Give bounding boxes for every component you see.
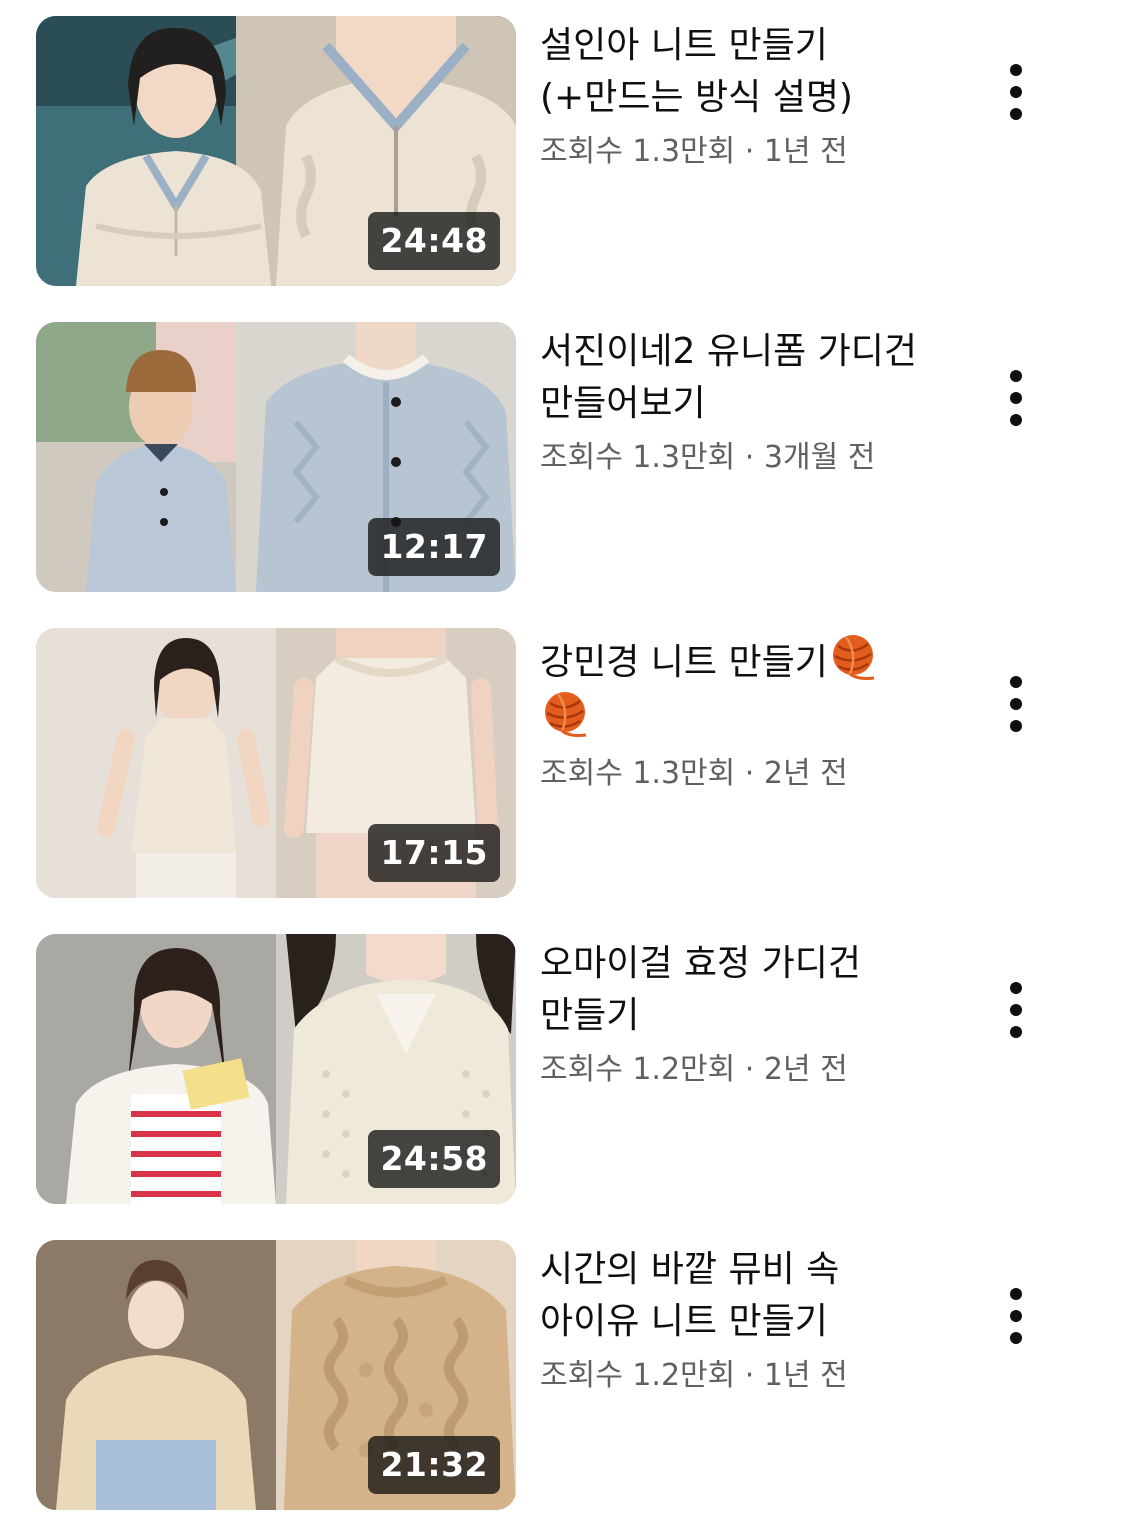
video-title[interactable]: 설인아 니트 만들기(+만드는 방식 설명) bbox=[540, 20, 940, 124]
video-thumbnail[interactable]: 12:17 bbox=[36, 322, 516, 592]
view-count: 조회수 1.3만회 bbox=[540, 440, 736, 475]
video-info[interactable]: 서진이네2 유니폼 가디건 만들어보기 조회수 1.3만회 · 3개월 전 bbox=[540, 326, 940, 480]
video-info[interactable]: 강민경 니트 만들기 조회수 1.3만회 · 2년 전 bbox=[540, 632, 940, 796]
upload-age: 1년 전 bbox=[763, 134, 848, 169]
view-count: 조회수 1.2만회 bbox=[540, 1052, 736, 1087]
video-duration: 21:32 bbox=[368, 1436, 500, 1494]
video-item[interactable]: 12:17 서진이네2 유니폼 가디건 만들어보기 조회수 1.3만회 · 3개… bbox=[0, 322, 1125, 592]
video-title[interactable]: 서진이네2 유니폼 가디건 만들어보기 bbox=[540, 326, 940, 430]
upload-age: 1년 전 bbox=[763, 1358, 848, 1393]
upload-age: 2년 전 bbox=[763, 756, 848, 791]
video-info[interactable]: 시간의 바깥 뮤비 속 아이유 니트 만들기 조회수 1.2만회 · 1년 전 bbox=[540, 1244, 940, 1398]
view-count: 조회수 1.3만회 bbox=[540, 756, 736, 791]
video-title-block[interactable]: 강민경 니트 만들기 bbox=[540, 632, 940, 746]
video-thumbnail[interactable]: 17:15 bbox=[36, 628, 516, 898]
video-item[interactable]: 17:15 강민경 니트 만들기 조회수 1.3만회 · 2년 전 bbox=[0, 628, 1125, 898]
video-duration: 24:58 bbox=[368, 1130, 500, 1188]
video-title[interactable]: 시간의 바깥 뮤비 속 아이유 니트 만들기 bbox=[540, 1244, 940, 1348]
video-thumbnail[interactable]: 21:32 bbox=[36, 1240, 516, 1510]
more-vertical-icon[interactable] bbox=[992, 366, 1040, 430]
video-thumbnail[interactable]: 24:48 bbox=[36, 16, 516, 286]
meta-separator: · bbox=[744, 440, 755, 475]
meta-separator: · bbox=[744, 1052, 755, 1087]
video-item[interactable]: 24:58 오마이걸 효정 가디건 만들기 조회수 1.2만회 · 2년 전 bbox=[0, 934, 1125, 1204]
video-duration: 24:48 bbox=[368, 212, 500, 270]
video-thumbnail[interactable]: 24:58 bbox=[36, 934, 516, 1204]
meta-separator: · bbox=[744, 134, 755, 169]
yarn-ball-icon bbox=[832, 635, 875, 680]
yarn-ball-icon bbox=[545, 692, 587, 737]
video-meta: 조회수 1.3만회 · 2년 전 bbox=[540, 752, 940, 796]
video-meta: 조회수 1.3만회 · 3개월 전 bbox=[540, 436, 940, 480]
video-duration: 12:17 bbox=[368, 518, 500, 576]
view-count: 조회수 1.3만회 bbox=[540, 134, 736, 169]
video-item[interactable]: 24:48 설인아 니트 만들기(+만드는 방식 설명) 조회수 1.3만회 ·… bbox=[0, 16, 1125, 286]
video-info[interactable]: 오마이걸 효정 가디건 만들기 조회수 1.2만회 · 2년 전 bbox=[540, 938, 940, 1092]
video-title[interactable]: 오마이걸 효정 가디건 만들기 bbox=[540, 938, 940, 1042]
upload-age: 3개월 전 bbox=[763, 440, 876, 475]
more-vertical-icon[interactable] bbox=[992, 60, 1040, 124]
meta-separator: · bbox=[744, 1358, 755, 1393]
video-list: 24:48 설인아 니트 만들기(+만드는 방식 설명) 조회수 1.3만회 ·… bbox=[0, 0, 1125, 1526]
video-meta: 조회수 1.2만회 · 2년 전 bbox=[540, 1048, 940, 1092]
video-item[interactable]: 21:32 시간의 바깥 뮤비 속 아이유 니트 만들기 조회수 1.2만회 ·… bbox=[0, 1240, 1125, 1510]
video-duration: 17:15 bbox=[368, 824, 500, 882]
upload-age: 2년 전 bbox=[763, 1052, 848, 1087]
more-vertical-icon[interactable] bbox=[992, 1284, 1040, 1348]
video-info[interactable]: 설인아 니트 만들기(+만드는 방식 설명) 조회수 1.3만회 · 1년 전 bbox=[540, 20, 940, 174]
video-meta: 조회수 1.2만회 · 1년 전 bbox=[540, 1354, 940, 1398]
more-vertical-icon[interactable] bbox=[992, 978, 1040, 1042]
view-count: 조회수 1.2만회 bbox=[540, 1358, 736, 1393]
video-meta: 조회수 1.3만회 · 1년 전 bbox=[540, 130, 940, 174]
more-vertical-icon[interactable] bbox=[992, 672, 1040, 736]
meta-separator: · bbox=[744, 756, 755, 791]
video-title: 강민경 니트 만들기 bbox=[540, 642, 828, 683]
